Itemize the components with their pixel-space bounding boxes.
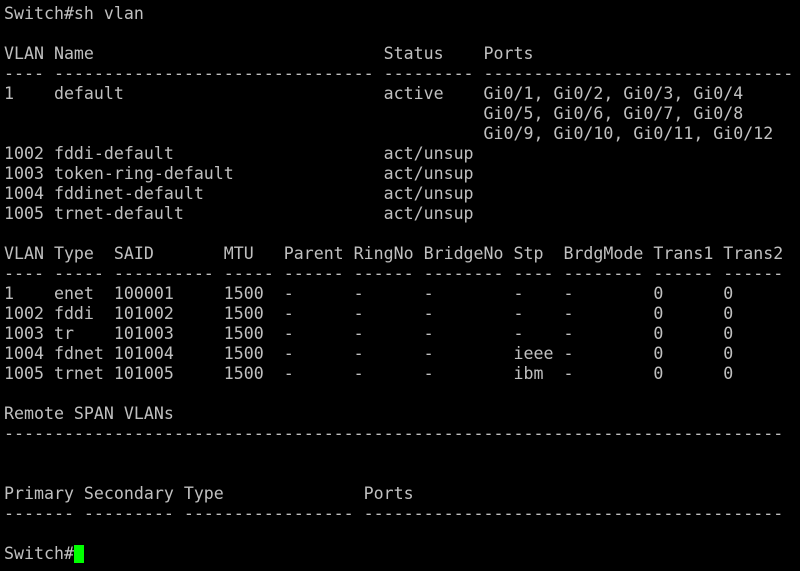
vlan-row-ports-continued: Gi0/9, Gi0/10, Gi0/11, Gi0/12 xyxy=(4,124,774,143)
vlan-type-row: 1003 tr 101003 1500 - - - - - 0 0 xyxy=(4,324,734,343)
vlan-type-row: 1004 fdnet 101004 1500 - - - ieee - 0 0 xyxy=(4,344,734,363)
remote-span-heading: Remote SPAN VLANs xyxy=(4,404,174,423)
vlan-type-row: 1 enet 100001 1500 - - - - - 0 0 xyxy=(4,284,734,303)
terminal-output: Switch#sh vlan VLAN Name Status Ports --… xyxy=(4,4,800,544)
vlan-row-ports-continued: Gi0/5, Gi0/6, Gi0/7, Gi0/8 xyxy=(4,104,744,123)
text-cursor xyxy=(73,545,84,563)
private-vlan-divider: ------- --------- ----------------- ----… xyxy=(4,504,784,523)
vlan-row: 1004 fddinet-default act/unsup xyxy=(4,184,474,203)
vlan-table-header: VLAN Name Status Ports xyxy=(4,44,534,63)
vlan-table-divider: ---- -------------------------------- --… xyxy=(4,64,794,83)
vlan-type-row: 1002 fddi 101002 1500 - - - - - 0 0 xyxy=(4,304,734,323)
vlan-type-row: 1005 trnet 101005 1500 - - - ibm - 0 0 xyxy=(4,364,734,383)
remote-span-divider: ----------------------------------------… xyxy=(4,424,784,443)
prompt-line[interactable]: Switch# xyxy=(4,544,800,564)
vlan-row: 1 default active Gi0/1, Gi0/2, Gi0/3, Gi… xyxy=(4,84,744,103)
vlan-type-table-divider: ---- ----- ---------- ----- ------ -----… xyxy=(4,264,784,283)
private-vlan-header: Primary Secondary Type Ports xyxy=(4,484,414,503)
terminal-window[interactable]: Switch#sh vlan VLAN Name Status Ports --… xyxy=(0,0,800,571)
vlan-type-table-header: VLAN Type SAID MTU Parent RingNo BridgeN… xyxy=(4,244,784,263)
shell-prompt: Switch# xyxy=(4,544,74,563)
command-line: Switch#sh vlan xyxy=(4,4,144,23)
vlan-row: 1002 fddi-default act/unsup xyxy=(4,144,474,163)
vlan-row: 1005 trnet-default act/unsup xyxy=(4,204,474,223)
vlan-row: 1003 token-ring-default act/unsup xyxy=(4,164,474,183)
